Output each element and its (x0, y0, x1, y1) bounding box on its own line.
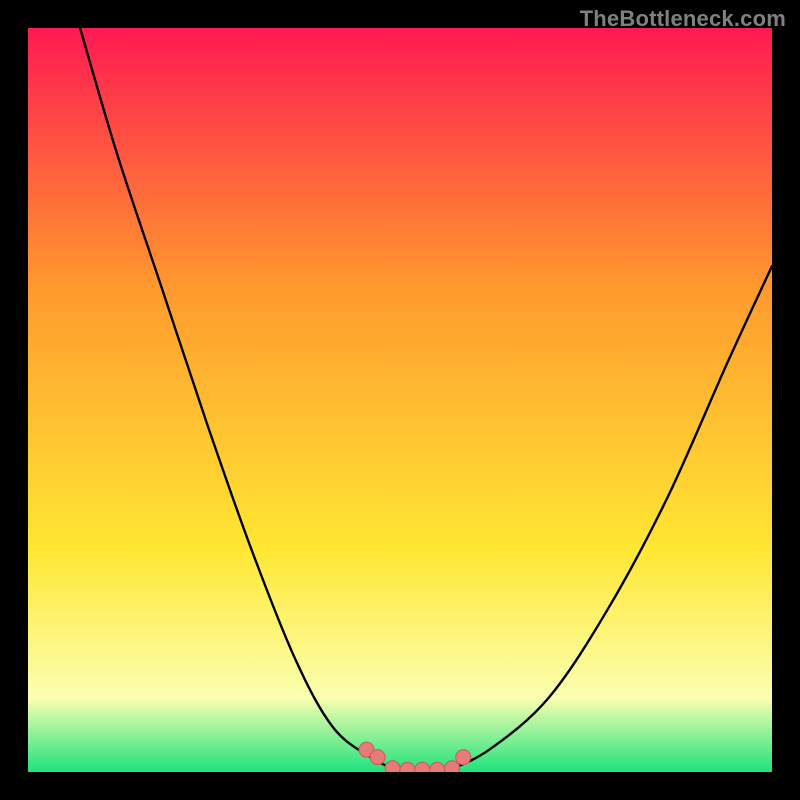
marker-dot (415, 762, 430, 772)
marker-dot (456, 750, 471, 765)
marker-dot (400, 762, 415, 772)
marker-dot (385, 761, 400, 772)
curve-layer (28, 28, 772, 772)
plot-area (28, 28, 772, 772)
marker-dot (430, 762, 445, 772)
right-branch-curve (445, 266, 772, 772)
chart-frame: TheBottleneck.com (0, 0, 800, 800)
marker-dot (370, 750, 385, 765)
bottom-markers (359, 742, 471, 772)
left-branch-curve (80, 28, 400, 772)
